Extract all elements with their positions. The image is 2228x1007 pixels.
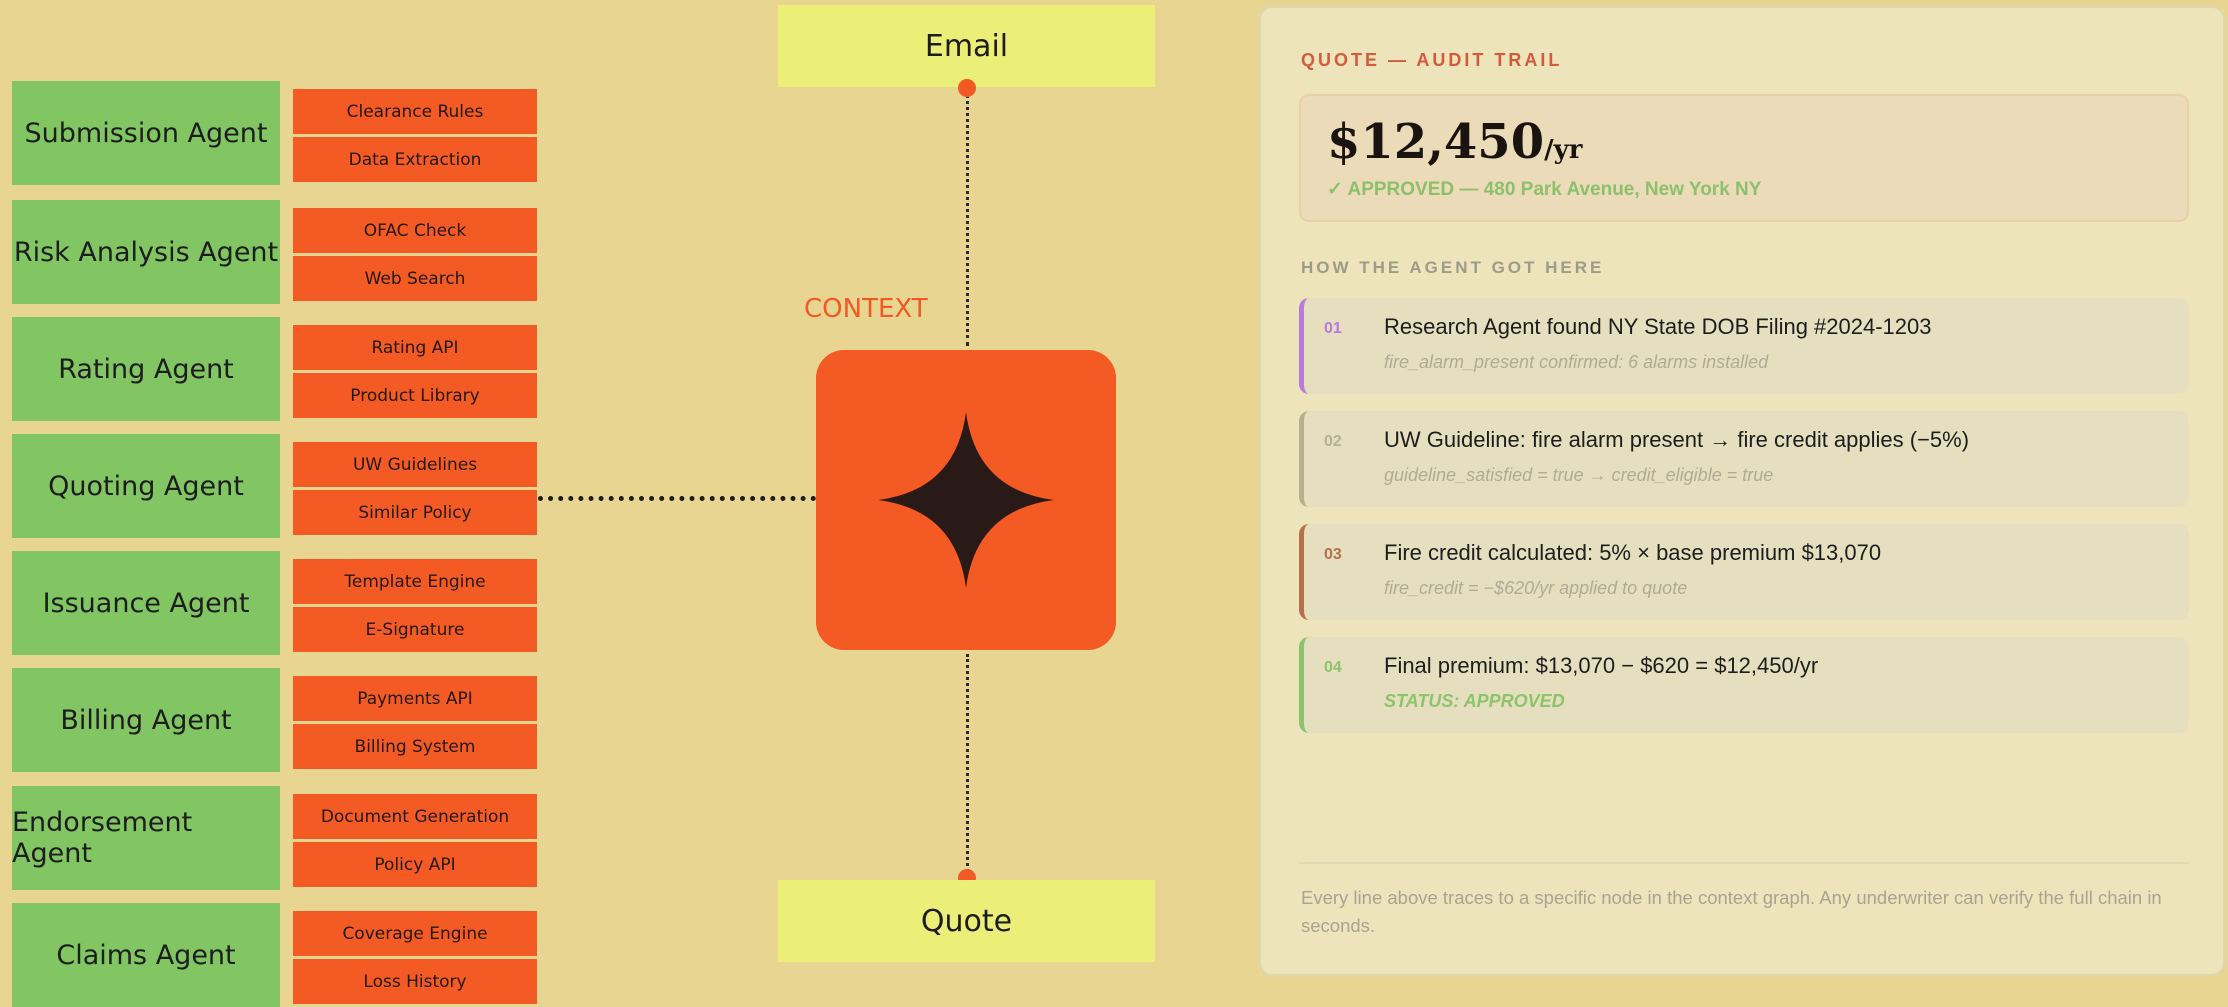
tool-box: Data Extraction	[293, 137, 537, 182]
tool-label: Payments API	[357, 688, 473, 709]
email-box: Email	[778, 5, 1155, 87]
quote-label: Quote	[920, 903, 1013, 939]
divider	[1299, 862, 2189, 864]
context-label: CONTEXT	[804, 294, 928, 324]
tool-box: Similar Policy	[293, 490, 537, 535]
step-title: Research Agent found NY State DOB Filing…	[1384, 314, 1932, 339]
tool-box: Product Library	[293, 373, 537, 418]
agent-label: Rating Agent	[58, 353, 234, 385]
tool-label: Coverage Engine	[342, 923, 488, 944]
price-box: $12,450/yr ✓ APPROVED — 480 Park Avenue,…	[1299, 94, 2189, 222]
tool-box: E-Signature	[293, 607, 537, 652]
context-core	[816, 350, 1116, 650]
price-amount: $12,450	[1327, 114, 1545, 170]
tool-box: Rating API	[293, 325, 537, 370]
tool-label: Web Search	[364, 268, 466, 289]
agent-box: Quoting Agent	[12, 434, 280, 538]
agent-box: Submission Agent	[12, 81, 280, 185]
tool-label: E-Signature	[365, 619, 465, 640]
agent-label: Claims Agent	[56, 939, 236, 971]
quote-connector	[966, 654, 969, 878]
step-number: 03	[1324, 546, 1342, 563]
step-detail: STATUS: APPROVED	[1384, 691, 1565, 711]
quote-box: Quote	[778, 880, 1155, 962]
step-number: 02	[1324, 433, 1342, 450]
tool-label: Product Library	[350, 385, 480, 406]
agent-label: Quoting Agent	[48, 470, 244, 502]
agent-box: Endorsement Agent	[12, 786, 280, 890]
four-point-star-icon	[878, 412, 1054, 588]
panel-footer: Every line above traces to a specific no…	[1301, 887, 2162, 936]
tool-box: Web Search	[293, 256, 537, 301]
agent-box: Claims Agent	[12, 903, 280, 1007]
step-title: Fire credit calculated: 5% × base premiu…	[1384, 540, 1882, 565]
audit-step: 04 Final premium: $13,070 − $620 = $12,45…	[1299, 637, 2189, 733]
agent-label: Issuance Agent	[42, 587, 250, 619]
email-connector-dot	[958, 79, 976, 97]
audit-step: 02 UW Guideline: fire alarm present → fir…	[1299, 411, 2189, 507]
step-number: 04	[1324, 659, 1342, 676]
email-label: Email	[924, 28, 1009, 64]
step-title: Final premium: $13,070 − $620 = $12,450/…	[1384, 653, 1819, 678]
step-detail: fire_alarm_present confirmed: 6 alarms i…	[1384, 352, 1769, 372]
tool-box: Template Engine	[293, 559, 537, 604]
quoting-connector	[538, 496, 816, 501]
tool-label: Rating API	[371, 337, 459, 358]
price-unit: /yr	[1544, 135, 1583, 165]
tool-label: Data Extraction	[348, 149, 482, 170]
step-number: 01	[1324, 320, 1342, 337]
tool-label: Loss History	[363, 971, 467, 992]
agent-box: Risk Analysis Agent	[12, 200, 280, 304]
tool-box: Payments API	[293, 676, 537, 721]
step-detail: fire_credit = −$620/yr applied to quote	[1384, 578, 1688, 598]
price-value: $12,450/yr	[1327, 114, 1582, 170]
email-connector	[966, 88, 969, 346]
tool-label: Template Engine	[344, 571, 486, 592]
agent-box: Rating Agent	[12, 317, 280, 421]
tool-label: Similar Policy	[358, 502, 472, 523]
agent-box: Billing Agent	[12, 668, 280, 772]
agent-box: Issuance Agent	[12, 551, 280, 655]
tool-box: Coverage Engine	[293, 911, 537, 956]
tool-label: OFAC Check	[363, 220, 467, 241]
tool-box: Document Generation	[293, 794, 537, 839]
panel-title: QUOTE — AUDIT TRAIL	[1301, 50, 1563, 70]
step-detail: guideline_satisfied = true → credit_elig…	[1384, 465, 1774, 485]
agent-label: Risk Analysis Agent	[13, 236, 279, 268]
tool-label: UW Guidelines	[352, 454, 478, 475]
audit-step: 01 Research Agent found NY State DOB Fili…	[1299, 298, 2189, 394]
section-label: HOW THE AGENT GOT HERE	[1301, 258, 1605, 277]
tool-box: UW Guidelines	[293, 442, 537, 487]
tool-box: Loss History	[293, 959, 537, 1004]
tool-box: OFAC Check	[293, 208, 537, 253]
tool-label: Billing System	[354, 736, 476, 757]
tool-box: Policy API	[293, 842, 537, 887]
audit-step: 03 Fire credit calculated: 5% × base prem…	[1299, 524, 2189, 620]
agent-label: Billing Agent	[60, 704, 232, 736]
approval-status: ✓ APPROVED — 480 Park Avenue, New York N…	[1327, 179, 1762, 200]
step-title: UW Guideline: fire alarm present → fire …	[1384, 427, 1970, 452]
audit-trail-panel: QUOTE — AUDIT TRAIL $12,450/yr ✓ APPROVE…	[1258, 5, 2226, 977]
agent-label: Submission Agent	[24, 117, 268, 149]
tool-label: Document Generation	[320, 806, 510, 827]
tool-label: Policy API	[374, 854, 456, 875]
tool-box: Clearance Rules	[293, 89, 537, 134]
agent-label: Endorsement Agent	[12, 807, 193, 869]
tool-box: Billing System	[293, 724, 537, 769]
tool-label: Clearance Rules	[346, 101, 484, 122]
